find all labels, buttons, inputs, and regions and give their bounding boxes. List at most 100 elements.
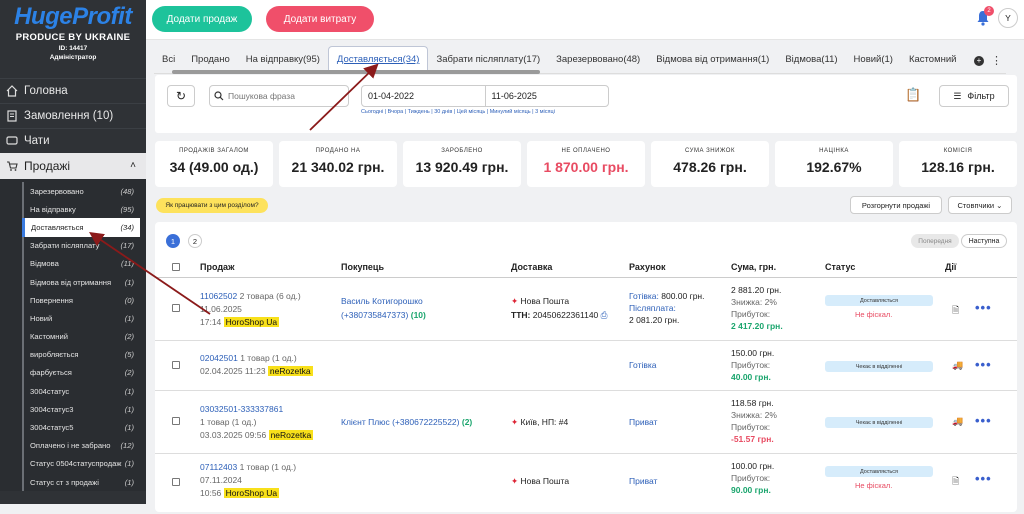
truck-icon[interactable]: 🚚 xyxy=(952,416,963,427)
row-checkbox[interactable] xyxy=(172,304,180,312)
table-row[interactable]: 11062502 2 товара (6 од.) 11.06.2025 17:… xyxy=(155,279,1017,341)
row-checkbox[interactable] xyxy=(172,417,180,425)
pay-method-cod[interactable]: Післяплата: xyxy=(629,303,676,313)
filter-button[interactable]: ☰ Фільтр xyxy=(939,85,1009,107)
table-row[interactable]: 03032501-333337861 1 товар (1 од.) 03.03… xyxy=(155,391,1017,454)
export-icon[interactable]: 📋 xyxy=(905,87,929,107)
table-row[interactable]: 07112403 1 товар (1 од.) 07.11.2024 10:5… xyxy=(155,454,1017,514)
tab-sold[interactable]: Продано xyxy=(183,46,238,72)
sidebar-item-refused-receipt[interactable]: Відмова від отримання (1) xyxy=(22,272,146,292)
receipt-icon[interactable]: 🗎 xyxy=(952,303,959,319)
avatar[interactable]: Y xyxy=(998,8,1018,28)
print-icon[interactable]: ⎙ xyxy=(601,310,608,320)
pay-method-cash[interactable]: Готівка: xyxy=(629,291,659,301)
tab-delivering[interactable]: Доставляється(34) xyxy=(327,46,429,72)
search-box[interactable] xyxy=(209,85,349,107)
logo[interactable]: HugeProfit PRODUCE BY UKRAINE ID: 14417 … xyxy=(0,0,146,78)
sidebar-item-status-3004-3[interactable]: 3004статус3 (1) xyxy=(22,400,146,419)
tab-pickup-cod[interactable]: Забрати післяплату(17) xyxy=(428,46,548,72)
sidebar-item-reserved[interactable]: Зарезервовано (48) xyxy=(22,182,146,201)
status-badge[interactable]: Доставляється xyxy=(825,466,933,477)
tab-refused[interactable]: Відмова(11) xyxy=(777,46,845,72)
add-sale-button[interactable]: Додати продаж xyxy=(152,6,252,32)
tab-all[interactable]: Всі xyxy=(154,46,183,72)
expand-sales-button[interactable]: Розгорнути продажі xyxy=(850,196,942,214)
date-to[interactable]: 11-06-2025 xyxy=(484,86,609,106)
col-sale[interactable]: Продаж xyxy=(200,262,234,272)
col-buyer[interactable]: Покупець xyxy=(341,262,384,272)
buyer-phone[interactable]: (+380735847373) xyxy=(341,310,408,320)
nav-chats[interactable]: Чати xyxy=(0,128,146,153)
sidebar-item-returns[interactable]: Повернення (0) xyxy=(22,291,146,310)
stat-card: НАЦІНКА 192.67% xyxy=(775,141,893,187)
tab-refused-receipt[interactable]: Відмова від отримання(1) xyxy=(648,46,777,72)
col-sum[interactable]: Сума, грн. xyxy=(731,262,776,272)
account-id: ID: 14417 xyxy=(58,45,88,52)
add-tab-icon[interactable]: + xyxy=(974,56,984,66)
sidebar-item-custom[interactable]: Кастомний (2) xyxy=(22,327,146,346)
add-expense-button[interactable]: Додати витрату xyxy=(266,6,374,32)
sidebar-item-to-ship[interactable]: На відправку (95) xyxy=(22,200,146,219)
tab-reserved[interactable]: Зарезервовано(48) xyxy=(548,46,648,72)
status-badge[interactable]: Чекає в відділенні xyxy=(825,361,933,372)
help-button[interactable]: Як працювати з цим розділом? xyxy=(156,198,268,213)
sidebar-item-status-0504[interactable]: Статус 0504статуспродаж (1) xyxy=(22,454,146,473)
refresh-button[interactable]: ↻ xyxy=(167,85,195,107)
more-actions-icon[interactable]: ••• xyxy=(975,471,992,486)
next-page-button[interactable]: Наступна xyxy=(961,234,1007,248)
page-1-button[interactable]: 1 xyxy=(166,234,180,248)
pay-method[interactable]: Готівка xyxy=(629,360,657,370)
date-presets[interactable]: Сьогодні | Вчора | Тиждень | 30 днів | Ц… xyxy=(361,109,555,115)
sidebar-item-paid-not-picked[interactable]: Оплачено і не забрано (12) xyxy=(22,436,146,455)
date-from[interactable]: 01-04-2022 xyxy=(362,86,485,106)
nav-sales[interactable]: Продажі ˄ xyxy=(0,153,146,179)
pay-method[interactable]: Приват xyxy=(629,417,657,427)
more-actions-icon[interactable]: ••• xyxy=(975,357,992,372)
buyer-name-link[interactable]: Клієнт Плюс (+380672225522) xyxy=(341,417,460,427)
more-actions-icon[interactable]: ••• xyxy=(975,413,992,428)
sidebar-item-refused[interactable]: Відмова (11) xyxy=(22,254,146,273)
columns-button[interactable]: Стовпчики ⌄ xyxy=(948,196,1012,214)
nav-home[interactable]: Головна xyxy=(0,78,146,103)
sidebar-item-producing[interactable]: виробляється (5) xyxy=(22,345,146,364)
nav-orders[interactable]: Замовлення (10) xyxy=(0,103,146,128)
sidebar-item-status-3004-5[interactable]: 3004статус5 (1) xyxy=(22,418,146,437)
col-invoice[interactable]: Рахунок xyxy=(629,262,665,272)
sidebar-item-painting[interactable]: фарбується (2) xyxy=(22,363,146,383)
sale-id-link[interactable]: 11062502 xyxy=(200,291,237,301)
tab-to-ship[interactable]: На відправку(95) xyxy=(238,46,328,72)
sidebar-item-pickup-cod[interactable]: Забрати післяплату (17) xyxy=(22,236,146,255)
pay-method[interactable]: Приват xyxy=(629,476,657,486)
status-badge[interactable]: Чекає в відділенні xyxy=(825,417,933,428)
row-checkbox[interactable] xyxy=(172,478,180,486)
select-all-checkbox[interactable] xyxy=(172,263,180,271)
row-checkbox[interactable] xyxy=(172,361,180,369)
fiscal-status: Не фіскал. xyxy=(855,481,893,490)
buyer-name-link[interactable]: Василь Котигорошко xyxy=(341,296,423,306)
page-2-button[interactable]: 2 xyxy=(188,234,202,248)
sidebar-item-status-st[interactable]: Статус ст з продажі (1) xyxy=(22,473,146,492)
sidebar-item-status-3004[interactable]: 3004статус (1) xyxy=(22,382,146,401)
sidebar-item-delivering[interactable]: Доставляється (34) xyxy=(22,218,140,237)
tabs-scrollbar[interactable] xyxy=(172,70,540,74)
receipt-icon[interactable]: 🗎 xyxy=(952,474,959,490)
tab-new[interactable]: Новий(1) xyxy=(846,46,901,72)
col-delivery[interactable]: Доставка xyxy=(511,262,552,272)
sidebar-item-new[interactable]: Новий (1) xyxy=(22,309,146,328)
sale-id-link[interactable]: 03032501-333337861 xyxy=(200,404,283,414)
truck-icon[interactable]: 🚚 xyxy=(952,360,963,371)
col-status[interactable]: Статус xyxy=(825,262,855,272)
search-input[interactable] xyxy=(228,91,338,101)
prev-page-button[interactable]: Попередня xyxy=(911,234,959,248)
tab-custom[interactable]: Кастомний xyxy=(901,46,965,72)
profit-value: 2 417.20 грн. xyxy=(731,321,783,331)
sidebar-item-count: (34) xyxy=(120,222,134,232)
more-vertical-icon[interactable]: ⋮ xyxy=(991,54,1002,67)
status-badge[interactable]: Доставляється xyxy=(825,295,933,306)
date-range[interactable]: 01-04-2022 11-06-2025 xyxy=(361,85,609,107)
more-actions-icon[interactable]: ••• xyxy=(975,300,992,315)
sale-id-link[interactable]: 07112403 xyxy=(200,462,237,472)
sale-id-link[interactable]: 02042501 xyxy=(200,353,238,363)
table-row[interactable]: 02042501 1 товар (1 од.) 02.04.2025 11:2… xyxy=(155,341,1017,391)
ttn-number[interactable]: 20450622361140 xyxy=(533,310,599,320)
